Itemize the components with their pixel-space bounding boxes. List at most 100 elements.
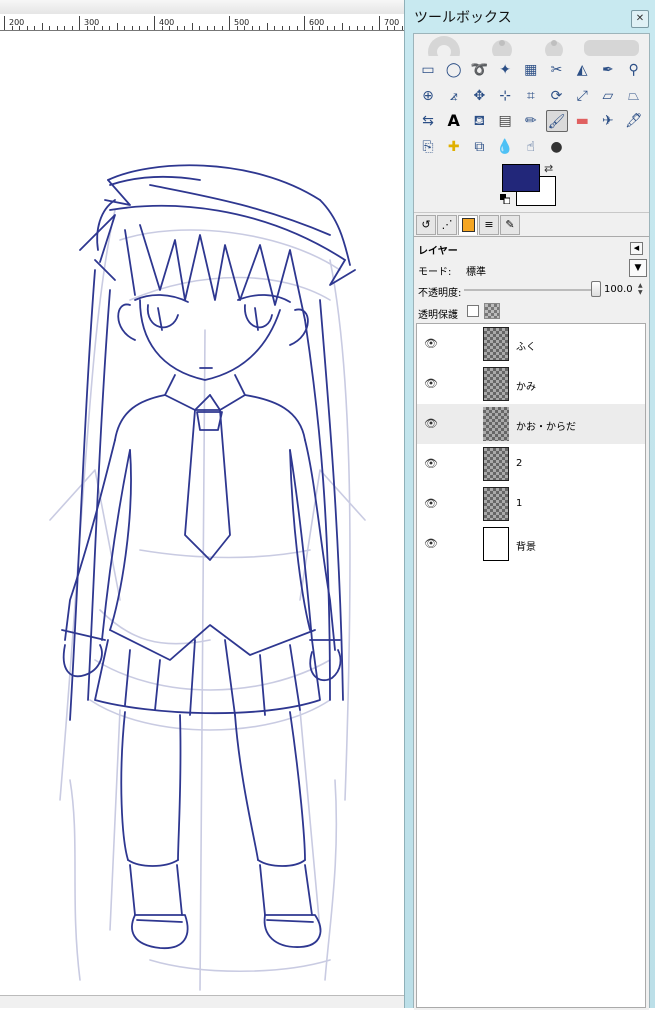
- layer-name[interactable]: 2: [516, 458, 522, 469]
- horizontal-ruler[interactable]: 200 300 400 500 600 700: [0, 14, 404, 31]
- opacity-slider-handle[interactable]: [591, 281, 601, 297]
- free-select-icon[interactable]: ➰: [468, 59, 490, 81]
- blur-icon[interactable]: 💧: [494, 136, 516, 158]
- layer-row[interactable]: 👁 背景: [417, 524, 645, 564]
- layer-name[interactable]: かお・からだ: [516, 418, 576, 433]
- ruler-tick: [214, 26, 215, 30]
- lock-alpha-icon: [484, 303, 500, 319]
- move-icon[interactable]: ✥: [468, 85, 490, 107]
- eye-icon[interactable]: 👁: [424, 377, 438, 390]
- opacity-slider-track[interactable]: [464, 289, 594, 291]
- layer-name[interactable]: 背景: [516, 538, 536, 553]
- mode-dropdown-icon[interactable]: ▼: [629, 259, 647, 277]
- layer-thumbnail: [483, 327, 509, 361]
- flip-icon[interactable]: ⇆: [417, 110, 439, 132]
- ruler-tick: [236, 26, 238, 30]
- foreground-select-icon[interactable]: ◭: [571, 59, 593, 81]
- toolbox-window: ツールボックス ✕ ▭ ◯ ➰ ✦ ▦ ✂ ◭ ✒ ⚲ ⊕ ⦨ ✥ ⊹ ⌗ ⟳ ⤢ ▱ ⏢ ⇆ A ⛾ ▤ ✏ 🖌 ▬ ✈ 🖋 ⎘ ✚ ⧉…: [404, 0, 655, 1010]
- zoom-icon[interactable]: ⊕: [417, 85, 439, 107]
- lock-alpha-checkbox[interactable]: [467, 305, 479, 317]
- opacity-label: 不透明度:: [418, 288, 462, 299]
- channels-icon[interactable]: ≡: [479, 215, 499, 235]
- color-select-icon[interactable]: ▦: [520, 59, 542, 81]
- blend-icon[interactable]: ▤: [494, 110, 516, 132]
- layer-name[interactable]: かみ: [516, 378, 536, 393]
- ruler-tick: [334, 26, 335, 30]
- ruler-tick: [49, 26, 50, 30]
- layer-thumbnail: [483, 367, 509, 401]
- layer-thumbnail: [483, 407, 509, 441]
- ruler-tick: [326, 26, 328, 30]
- ellipse-select-icon[interactable]: ◯: [443, 59, 465, 81]
- swap-colors-icon[interactable]: ⇄: [544, 162, 553, 175]
- eye-icon[interactable]: 👁: [424, 537, 438, 550]
- ruler-tick: [131, 26, 133, 30]
- eye-icon[interactable]: 👁: [424, 457, 438, 470]
- default-colors-icon[interactable]: [500, 194, 510, 204]
- align-icon[interactable]: ⊹: [494, 85, 516, 107]
- ruler-tick: [116, 23, 118, 30]
- scale-icon[interactable]: ⤢: [571, 85, 593, 107]
- eye-icon[interactable]: 👁: [424, 417, 438, 430]
- pencil-icon[interactable]: ✏: [520, 110, 542, 132]
- clone-icon[interactable]: ⎘: [417, 136, 439, 158]
- mode-value[interactable]: 標準: [466, 263, 486, 278]
- eye-icon[interactable]: 👁: [424, 337, 438, 350]
- paths-tab-icon[interactable]: ✎: [500, 215, 520, 235]
- image-canvas[interactable]: 200 300 400 500 600 700: [0, 0, 404, 1008]
- paintbrush-icon[interactable]: 🖌: [545, 110, 568, 133]
- close-icon[interactable]: ✕: [631, 10, 649, 28]
- ruler-tick: [304, 16, 305, 30]
- opacity-value[interactable]: 100.0: [604, 284, 633, 295]
- rotate-icon[interactable]: ⟳: [546, 85, 568, 107]
- shear-icon[interactable]: ▱: [597, 85, 619, 107]
- layer-row[interactable]: 👁 2: [417, 444, 645, 484]
- crop-icon[interactable]: ⌗: [520, 85, 542, 107]
- perspective-icon[interactable]: ⏢: [623, 85, 645, 107]
- canvas-scrollbar[interactable]: [0, 995, 404, 1008]
- ruler-tick: [41, 23, 43, 30]
- ruler-tick: [184, 26, 185, 30]
- ruler-tick: [4, 16, 5, 30]
- layers-tab-icon[interactable]: [458, 215, 478, 235]
- ruler-tick: [34, 26, 35, 30]
- layer-name[interactable]: ふく: [516, 338, 536, 353]
- layer-name[interactable]: 1: [516, 498, 522, 509]
- dodge-burn-icon[interactable]: ●: [546, 136, 568, 158]
- foreground-color-swatch[interactable]: [502, 164, 540, 192]
- ruler-tick: [244, 26, 245, 30]
- opacity-spin-icon[interactable]: ▲ ▼: [638, 282, 646, 296]
- mode-label: モード:: [418, 267, 452, 278]
- character-sketch: [49, 164, 366, 991]
- ruler-tick: [139, 26, 140, 30]
- layer-row[interactable]: 👁 ふく: [417, 324, 645, 364]
- color-picker-icon[interactable]: ⚲: [623, 59, 645, 81]
- panel-menu-icon[interactable]: ◀: [630, 242, 643, 255]
- eye-icon[interactable]: 👁: [424, 497, 438, 510]
- perspective-clone-icon[interactable]: ⧉: [468, 136, 490, 158]
- bucket-fill-icon[interactable]: ⛾: [468, 110, 490, 132]
- layer-thumbnail: [483, 447, 509, 481]
- rect-select-icon[interactable]: ▭: [417, 59, 439, 81]
- airbrush-icon[interactable]: ✈: [597, 110, 619, 132]
- tool-options-icon[interactable]: ↺: [416, 215, 436, 235]
- scissors-select-icon[interactable]: ✂: [546, 59, 568, 81]
- layer-thumbnail: [483, 527, 509, 561]
- smudge-icon[interactable]: ☝: [520, 136, 542, 158]
- ruler-tick: [386, 26, 388, 30]
- paths-icon[interactable]: ✒: [597, 59, 619, 81]
- measure-icon[interactable]: ⦨: [443, 85, 465, 107]
- text-icon[interactable]: A: [443, 110, 465, 132]
- layer-row-selected[interactable]: 👁 かお・からだ: [417, 404, 645, 444]
- ruler-tick: [64, 26, 65, 30]
- eraser-icon[interactable]: ▬: [571, 110, 593, 132]
- ruler-tick: [296, 26, 298, 30]
- ink-icon[interactable]: 🖋: [623, 110, 645, 132]
- layer-row[interactable]: 👁 1: [417, 484, 645, 524]
- fuzzy-select-icon[interactable]: ✦: [494, 59, 516, 81]
- layer-row[interactable]: 👁 かみ: [417, 364, 645, 404]
- heal-icon[interactable]: ✚: [443, 136, 465, 158]
- ruler-tick: [94, 26, 95, 30]
- ruler-tick: [11, 26, 13, 30]
- device-status-icon[interactable]: ⋰: [437, 215, 457, 235]
